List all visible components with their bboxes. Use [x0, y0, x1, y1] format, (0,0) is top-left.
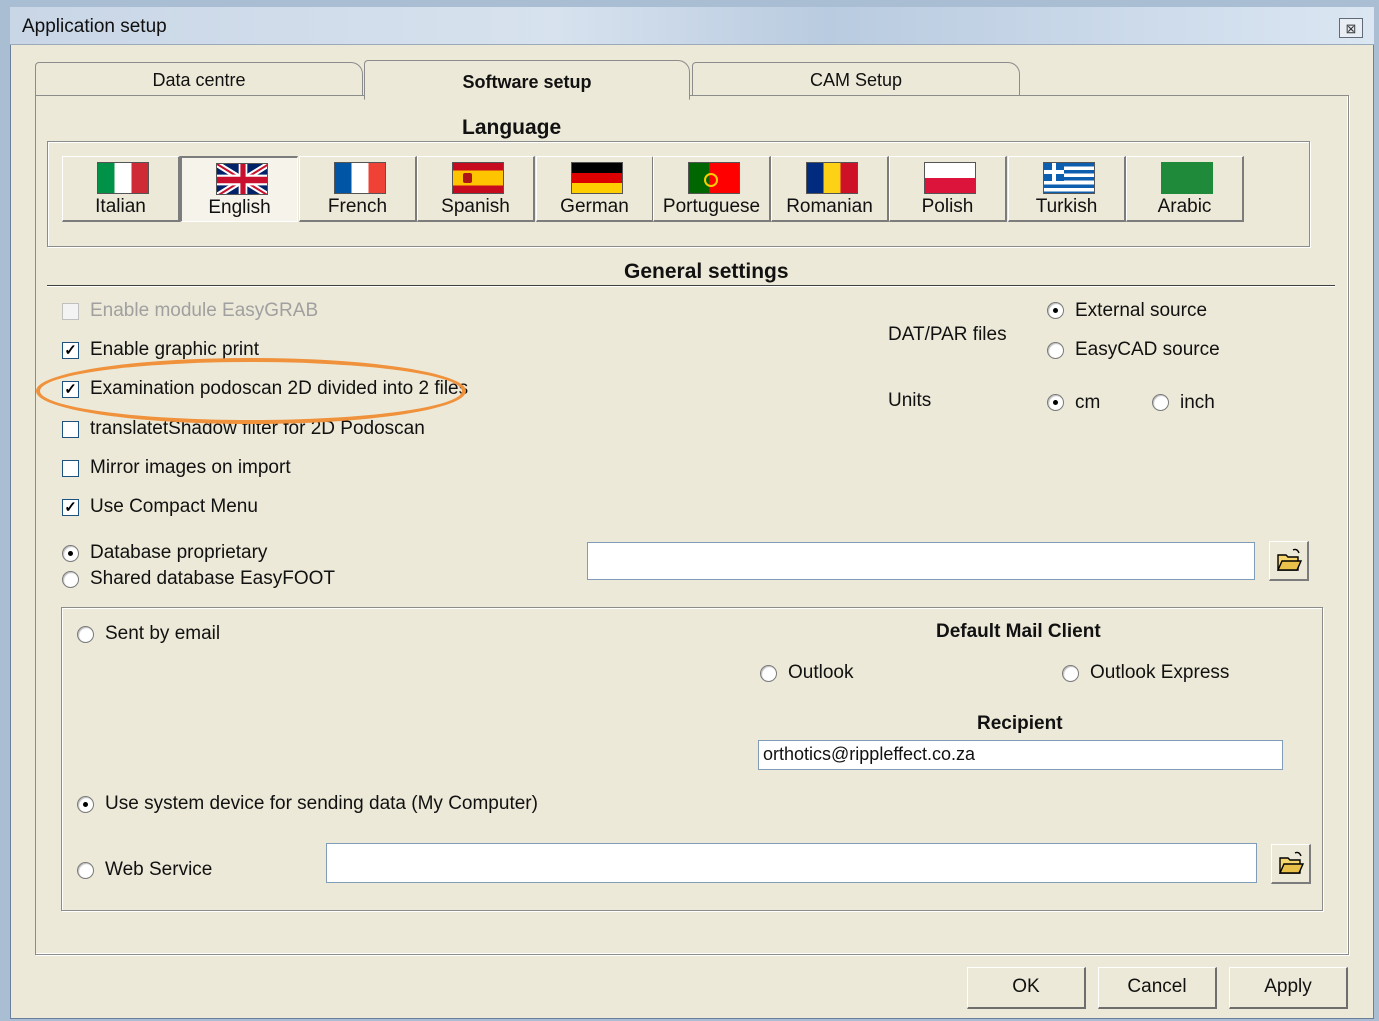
general-settings-divider: [47, 285, 1335, 287]
language-button-arabic[interactable]: Arabic: [1126, 156, 1244, 222]
language-label: English: [208, 197, 271, 218]
graphic-print-checkbox[interactable]: ✓: [62, 342, 79, 359]
browse-web-service-button[interactable]: [1271, 844, 1311, 884]
mirror-images-checkbox[interactable]: [62, 460, 79, 477]
green-flag-icon: [1161, 162, 1213, 194]
language-label: Spanish: [441, 196, 510, 217]
language-button-german[interactable]: German: [536, 156, 654, 222]
outlook-express-label: Outlook Express: [1090, 662, 1230, 683]
tab-data-centre[interactable]: Data centre: [35, 62, 363, 98]
recipient-input[interactable]: orthotics@rippleffect.co.za: [758, 740, 1283, 770]
title-bar[interactable]: [10, 7, 1374, 45]
easygrab-label: Enable module EasyGRAB: [90, 300, 319, 321]
system-device-radio[interactable]: [77, 796, 94, 813]
language-button-romanian[interactable]: Romanian: [771, 156, 889, 222]
default-mail-client-heading: Default Mail Client: [936, 621, 1101, 642]
system-device-label: Use system device for sending data (My C…: [105, 793, 538, 814]
italy-flag-icon: [97, 162, 149, 194]
dat-par-label: DAT/PAR files: [888, 324, 1007, 345]
external-source-label: External source: [1075, 300, 1208, 321]
database-path-input[interactable]: [587, 542, 1255, 580]
language-label: French: [327, 196, 388, 217]
language-label: Polish: [921, 196, 974, 217]
external-source-radio[interactable]: [1047, 302, 1064, 319]
language-button-polish[interactable]: Polish: [889, 156, 1007, 222]
language-label: German: [560, 196, 629, 217]
mirror-images-label: Mirror images on import: [90, 457, 291, 478]
tab-software-setup[interactable]: Software setup: [364, 60, 690, 100]
outlook-express-radio[interactable]: [1062, 665, 1079, 682]
language-button-portuguese[interactable]: Portuguese: [653, 156, 771, 222]
language-label: Italian: [95, 196, 146, 217]
highlight-ellipse: [36, 358, 466, 424]
compact-menu-checkbox[interactable]: ✓: [62, 499, 79, 516]
language-label: Romanian: [786, 196, 873, 217]
uk-flag-icon: [216, 163, 268, 195]
database-proprietary-label: Database proprietary: [90, 542, 268, 563]
germany-flag-icon: [571, 162, 623, 194]
sent-by-email-label: Sent by email: [105, 623, 221, 644]
recipient-heading: Recipient: [977, 713, 1063, 734]
language-button-italian[interactable]: Italian: [62, 156, 180, 222]
easygrab-checkbox[interactable]: [62, 303, 79, 320]
romania-flag-icon: [806, 162, 858, 194]
general-settings-heading: General settings: [624, 260, 789, 283]
language-button-french[interactable]: French: [299, 156, 417, 222]
easycad-source-label: EasyCAD source: [1075, 339, 1220, 360]
shadow-filter-checkbox[interactable]: [62, 421, 79, 438]
france-flag-icon: [334, 162, 386, 194]
tab-cam-setup[interactable]: CAM Setup: [692, 62, 1020, 98]
shared-database-radio[interactable]: [62, 571, 79, 588]
sent-by-email-radio[interactable]: [77, 626, 94, 643]
shared-database-label: Shared database EasyFOOT: [90, 568, 336, 589]
language-button-spanish[interactable]: Spanish: [417, 156, 535, 222]
window-title: Application setup: [22, 16, 167, 37]
ok-button[interactable]: OK: [967, 967, 1086, 1009]
compact-menu-label: Use Compact Menu: [90, 496, 258, 517]
outlook-radio[interactable]: [760, 665, 777, 682]
greece-flag-icon: [1043, 162, 1095, 194]
database-proprietary-radio[interactable]: [62, 545, 79, 562]
language-button-turkish[interactable]: Turkish: [1008, 156, 1126, 222]
apply-button[interactable]: Apply: [1229, 967, 1348, 1009]
language-label: Portuguese: [662, 196, 761, 217]
cm-radio[interactable]: [1047, 394, 1064, 411]
language-label: Turkish: [1035, 196, 1098, 217]
language-label: Arabic: [1157, 196, 1212, 217]
cancel-button[interactable]: Cancel: [1098, 967, 1217, 1009]
folder-icon: [1278, 851, 1305, 874]
units-label: Units: [888, 390, 932, 411]
cm-label: cm: [1075, 392, 1101, 413]
poland-flag-icon: [924, 162, 976, 194]
portugal-flag-icon: [688, 162, 740, 194]
close-button[interactable]: ⊠: [1339, 18, 1363, 38]
spain-flag-icon: [452, 162, 504, 194]
folder-icon: [1276, 548, 1303, 571]
inch-radio[interactable]: [1152, 394, 1169, 411]
web-service-input[interactable]: [326, 843, 1257, 883]
web-service-label: Web Service: [105, 859, 213, 880]
browse-database-button[interactable]: [1269, 541, 1309, 581]
language-button-english[interactable]: English: [180, 156, 298, 222]
outlook-label: Outlook: [788, 662, 854, 683]
language-heading: Language: [462, 116, 562, 139]
inch-label: inch: [1180, 392, 1215, 413]
web-service-radio[interactable]: [77, 862, 94, 879]
easycad-source-radio[interactable]: [1047, 342, 1064, 359]
